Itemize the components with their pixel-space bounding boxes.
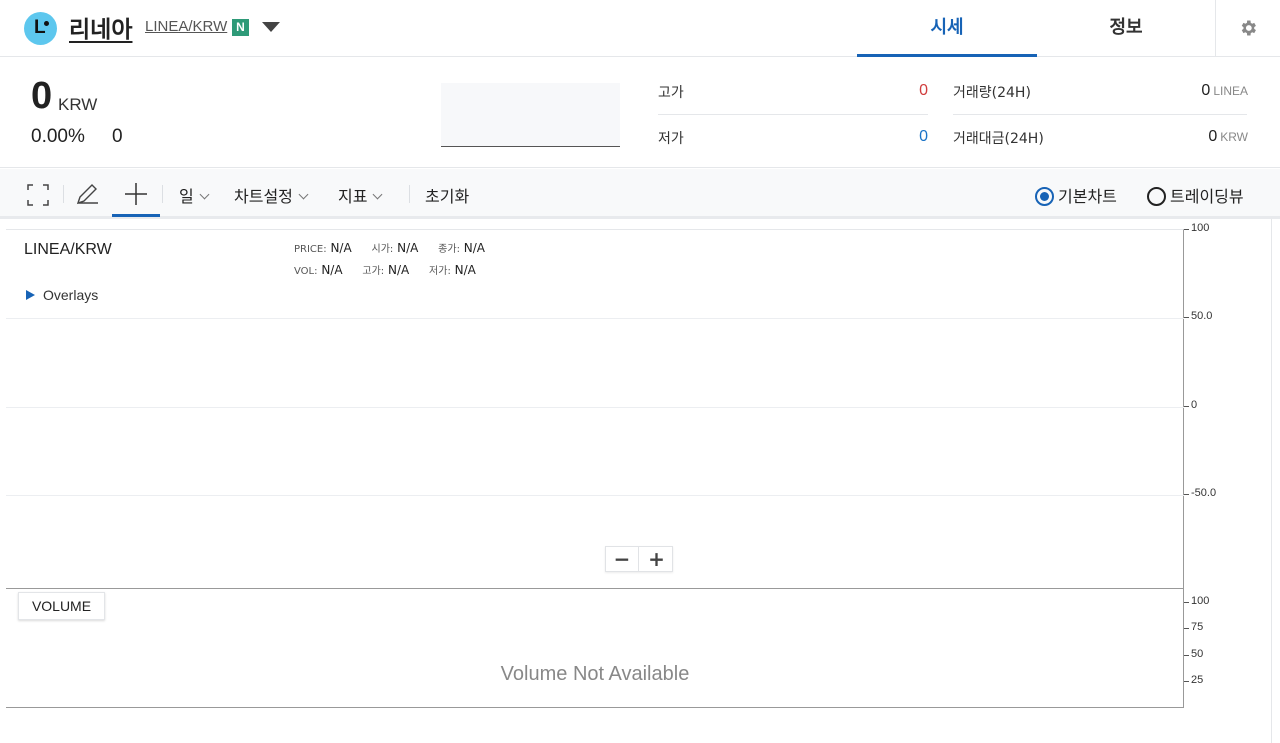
tradingview-label: 트레이딩뷰 (1170, 187, 1244, 206)
pencil-draw-icon[interactable] (75, 182, 99, 206)
grid-line (6, 407, 1184, 408)
volume-axis-label: 100 (1191, 595, 1210, 607)
triangle-right-icon (26, 290, 35, 300)
axis-tick (1184, 602, 1189, 603)
overlays-toggle[interactable]: Overlays (26, 287, 98, 303)
volume-axis-label: 25 (1191, 674, 1204, 686)
mini-chart (441, 83, 620, 147)
tab-quote[interactable]: 시세 (857, 0, 1037, 57)
reset-button[interactable]: 초기화 (425, 183, 469, 207)
low-value-chart: N/A (454, 263, 476, 277)
low-value: 0 (919, 128, 928, 145)
overlays-label: Overlays (43, 287, 99, 303)
stat-divider (953, 114, 1247, 115)
axis-tick (1184, 628, 1189, 629)
volume-axis-label: 75 (1191, 621, 1204, 633)
volume-button[interactable]: VOLUME (18, 592, 105, 620)
stat-divider (658, 114, 928, 115)
toolbar-divider (63, 185, 64, 203)
volume-24h-unit: LINEA (1213, 84, 1248, 98)
interval-label: 일 (179, 187, 194, 206)
price-value: N/A (330, 241, 352, 255)
indicators-label: 지표 (338, 187, 368, 206)
chevron-down-icon (373, 189, 383, 200)
volume-not-available: Volume Not Available (500, 663, 690, 685)
zoom-in-button[interactable]: + (640, 547, 673, 571)
ohlc-info-row-1: PRICE: N/A 시가: N/A 종가: N/A (294, 240, 501, 255)
volume-24h-number: 0 (1201, 82, 1211, 99)
price-key: PRICE: (294, 244, 327, 255)
vol-key: VOL: (294, 266, 318, 277)
low-key: 저가: (429, 266, 451, 277)
coin-header: L 리네아 LINEA/KRW N 시세 정보 (0, 0, 1280, 57)
volume-chart[interactable]: VOLUME Volume Not Available (6, 589, 1184, 708)
price-summary: 0 KRW 0.00% 0 고가 0 저가 0 거래량(24H) 0 LINEA … (0, 57, 1280, 168)
price-axis-label: 50.0 (1191, 310, 1213, 322)
toolbar-divider (162, 185, 163, 203)
zoom-out-button[interactable]: − (606, 547, 639, 571)
high-value-chart: N/A (387, 263, 410, 277)
basic-chart-radio[interactable]: 기본차트 (1035, 183, 1117, 207)
vol-value: N/A (321, 263, 343, 277)
current-price: 0 (31, 75, 53, 117)
close-key: 종가: (438, 244, 460, 255)
toolbar-divider (409, 185, 410, 203)
chart-toolbar: 일 차트설정 지표 초기화 기본차트 트레이딩뷰 (0, 169, 1280, 219)
new-badge: N (232, 19, 249, 36)
coin-dropdown-caret-icon[interactable] (262, 22, 280, 32)
axis-tick (1184, 406, 1189, 407)
interval-dropdown[interactable]: 일 (179, 183, 210, 207)
tradingview-radio[interactable]: 트레이딩뷰 (1147, 183, 1244, 207)
volume-axis-label: 50 (1191, 648, 1204, 660)
panel-right-border (1271, 219, 1272, 743)
amount-24h-unit: KRW (1220, 130, 1248, 144)
coin-name[interactable]: 리네아 (69, 10, 132, 44)
chart-settings-dropdown[interactable]: 차트설정 (234, 183, 309, 207)
grid-line (6, 318, 1184, 319)
change-rate: 0.00% (31, 126, 85, 147)
axis-tick (1184, 229, 1189, 230)
change-price: 0 (112, 126, 123, 147)
amount-24h-value: 0 KRW (1120, 128, 1248, 146)
volume-24h-label: 거래량(24H) (953, 85, 1031, 101)
price-axis-label: 100 (1191, 222, 1210, 234)
fullscreen-icon[interactable] (27, 184, 49, 206)
price-axis-label: 0 (1191, 399, 1198, 411)
volume-24h-value: 0 LINEA (1120, 82, 1248, 100)
coin-logo-icon: L (24, 12, 57, 45)
coin-pair-link[interactable]: LINEA/KRW (145, 18, 227, 35)
axis-tick (1184, 655, 1189, 656)
zoom-controls: − + (605, 546, 673, 572)
crosshair-icon[interactable] (124, 182, 148, 206)
chart-settings-label: 차트설정 (234, 187, 293, 206)
chevron-down-icon (298, 189, 309, 200)
indicators-dropdown[interactable]: 지표 (338, 183, 383, 207)
axis-tick (1184, 681, 1189, 682)
chart-pair-title: LINEA/KRW (24, 241, 112, 258)
price-axis-label: -50.0 (1191, 487, 1217, 499)
tab-info[interactable]: 정보 (1036, 0, 1216, 57)
basic-chart-label: 기본차트 (1058, 187, 1117, 206)
radio-unselected-icon (1147, 187, 1166, 206)
amount-24h-label: 거래대금(24H) (953, 131, 1044, 147)
price-chart[interactable]: LINEA/KRW PRICE: N/A 시가: N/A 종가: N/A VOL… (6, 229, 1184, 589)
settings-button[interactable] (1215, 0, 1280, 57)
open-key: 시가: (371, 244, 394, 255)
low-label: 저가 (658, 131, 684, 147)
amount-24h-number: 0 (1208, 128, 1218, 145)
gear-icon (1241, 20, 1256, 36)
axis-tick (1184, 494, 1189, 495)
open-value: N/A (397, 241, 419, 255)
grid-line (6, 495, 1184, 496)
high-key: 고가: (362, 266, 385, 277)
axis-tick (1184, 317, 1189, 318)
close-value: N/A (463, 241, 486, 255)
crosshair-active-indicator (112, 214, 160, 217)
high-label: 고가 (658, 85, 684, 101)
radio-selected-icon (1035, 187, 1054, 206)
price-unit: KRW (58, 95, 98, 114)
chevron-down-icon (199, 189, 210, 200)
high-value: 0 (919, 82, 928, 99)
ohlc-info-row-2: VOL: N/A 고가: N/A 저가: N/A (294, 262, 492, 277)
